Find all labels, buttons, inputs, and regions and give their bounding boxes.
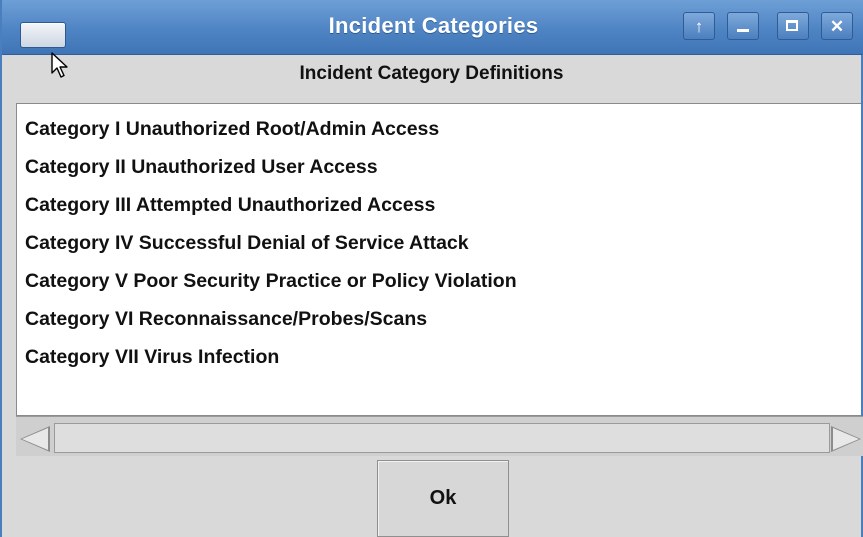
title-bar[interactable]: Incident Categories ↑ ✕ (2, 0, 863, 55)
list-item-category-4[interactable]: Category IV Successful Denial of Service… (25, 232, 469, 255)
category-list[interactable]: Category I Unauthorized Root/Admin Acces… (16, 103, 861, 416)
list-item-category-2[interactable]: Category II Unauthorized User Access (25, 156, 378, 179)
maximize-icon (786, 20, 798, 31)
scroll-right-arrow-fill (833, 428, 859, 450)
ok-button[interactable]: Ok (377, 460, 509, 537)
horizontal-scrollbar[interactable] (16, 416, 863, 456)
scrollbar-thumb[interactable] (54, 423, 830, 453)
minimize-icon (737, 29, 749, 32)
list-item-category-6[interactable]: Category VI Reconnaissance/Probes/Scans (25, 308, 427, 331)
close-button[interactable]: ✕ (821, 12, 853, 40)
list-item-category-3[interactable]: Category III Attempted Unauthorized Acce… (25, 194, 435, 217)
close-icon: ✕ (829, 17, 845, 36)
minimize-button[interactable] (727, 12, 759, 40)
arrow-up-glyph: ↑ (694, 17, 704, 36)
scroll-left-arrow-fill (22, 428, 48, 450)
incident-categories-window: Incident Categories ↑ ✕ Incident Categor… (0, 0, 863, 537)
section-heading: Incident Category Definitions (299, 63, 564, 84)
arrow-up-icon[interactable]: ↑ (683, 12, 715, 40)
list-item-category-1[interactable]: Category I Unauthorized Root/Admin Acces… (25, 118, 439, 141)
list-item-category-5[interactable]: Category V Poor Security Practice or Pol… (25, 270, 517, 293)
maximize-button[interactable] (777, 12, 809, 40)
list-item-category-7[interactable]: Category VII Virus Infection (25, 346, 279, 369)
